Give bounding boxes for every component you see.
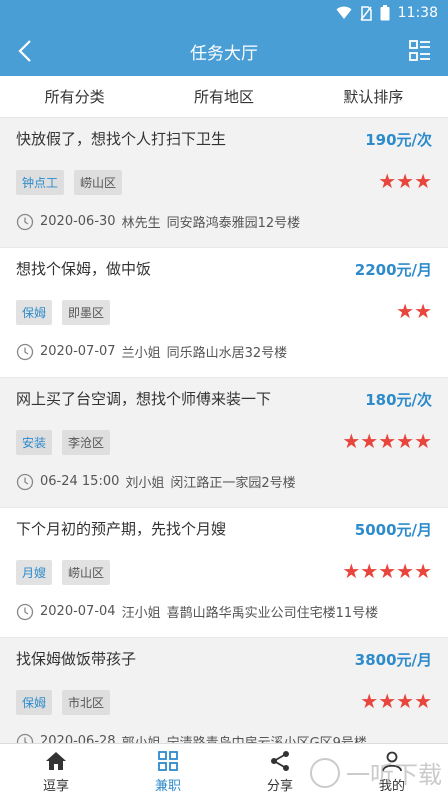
clock-icon [16, 473, 34, 490]
task-meta: 2020-07-07 兰小姐 同乐路山水居32号楼 [16, 342, 287, 361]
filter-sort[interactable]: 默认排序 [299, 86, 448, 107]
wifi-icon [336, 6, 352, 19]
task-price: 3800元/月 [354, 651, 432, 669]
task-contact: 郭小姐 [122, 732, 161, 743]
task-address: 喜鹊山路华禹实业公司住宅楼11号楼 [166, 606, 379, 621]
task-meta: 06-24 15:00 刘小姐 闵江路正一家园2号楼 [16, 472, 296, 491]
task-card[interactable]: 下个月初的预产期，先找个月嫂 5000元/月 月嫂 崂山区 ★★★★★ 2020… [0, 508, 448, 638]
task-rating-stars: ★★ [396, 299, 432, 323]
app-bar: 任务大厅 [0, 26, 448, 76]
list-menu-button[interactable] [408, 39, 432, 63]
clock-icon [16, 603, 34, 620]
home-icon [46, 751, 66, 770]
task-rating-stars: ★★★★★ [342, 429, 432, 453]
task-date: 06-24 15:00 [40, 474, 120, 489]
tab-parttime-label: 兼职 [154, 778, 181, 794]
clock-icon [16, 343, 34, 360]
task-category-tag: 钟点工 [16, 170, 65, 195]
task-date: 2020-06-30 [40, 214, 116, 229]
task-card[interactable]: 找保姆做饭带孩子 3800元/月 保姆 市北区 ★★★★ 2020-06-28 … [0, 638, 448, 743]
task-region-tag: 崂山区 [74, 170, 123, 195]
task-contact: 兰小姐 [121, 346, 161, 361]
task-date: 2020-07-07 [40, 344, 116, 359]
task-category-tag: 保姆 [16, 690, 53, 715]
filter-category[interactable]: 所有分类 [0, 86, 149, 107]
task-date: 2020-06-28 [40, 734, 116, 743]
task-title: 下个月初的预产期，先找个月嫂 [16, 520, 227, 538]
task-category-tag: 安装 [16, 430, 53, 455]
task-tags: 安装 李沧区 [16, 430, 111, 455]
task-list: 快放假了，想找个人打扫下卫生 190元/次 钟点工 崂山区 ★★★ 2020-0… [0, 118, 448, 743]
task-rating-stars: ★★★ [378, 169, 432, 193]
back-arrow-icon [18, 40, 31, 62]
list-menu-icon [409, 40, 430, 61]
no-sim-icon [360, 5, 372, 21]
task-region-tag: 李沧区 [62, 430, 111, 455]
task-tags: 保姆 即墨区 [16, 300, 111, 325]
watermark-logo-icon [310, 757, 340, 788]
task-address: 同安路鸿泰雅园12号楼 [166, 216, 301, 231]
watermark-text: 一听下载 [346, 761, 442, 789]
task-address: 同乐路山水居32号楼 [166, 346, 288, 361]
task-meta: 2020-07-04 汪小姐 喜鹊山路华禹实业公司住宅楼11号楼 [16, 602, 378, 621]
task-category-tag: 月嫂 [16, 560, 53, 585]
clock-time: 11:38 [397, 5, 438, 21]
tab-home[interactable]: 逗享 [0, 744, 112, 798]
task-region-tag: 市北区 [62, 690, 111, 715]
task-address: 闵江路正一家园2号楼 [170, 476, 296, 491]
task-region-tag: 崂山区 [62, 560, 111, 585]
task-contact: 刘小姐 [125, 476, 165, 491]
share-icon [271, 750, 289, 771]
task-tags: 钟点工 崂山区 [16, 170, 123, 195]
battery-icon [380, 5, 390, 21]
tab-home-label: 逗享 [42, 778, 69, 794]
clock-icon [16, 213, 34, 230]
task-contact: 汪小姐 [121, 606, 161, 621]
task-card[interactable]: 网上买了台空调，想找个师傅来装一下 180元/次 安装 李沧区 ★★★★★ 06… [0, 378, 448, 508]
task-contact: 林先生 [121, 216, 161, 231]
page-title: 任务大厅 [190, 43, 258, 64]
tab-parttime[interactable]: 兼职 [112, 744, 224, 798]
task-title: 快放假了，想找个人打扫下卫生 [16, 130, 227, 148]
status-bar: 11:38 [0, 0, 448, 26]
task-price: 190元/次 [365, 131, 432, 149]
task-title: 找保姆做饭带孩子 [16, 650, 137, 668]
task-title: 网上买了台空调，想找个师傅来装一下 [16, 390, 272, 408]
task-price: 5000元/月 [354, 521, 432, 539]
back-button[interactable] [12, 38, 38, 64]
clock-icon [16, 733, 34, 743]
task-rating-stars: ★★★★ [360, 689, 432, 713]
task-category-tag: 保姆 [16, 300, 53, 325]
task-rating-stars: ★★★★★ [342, 559, 432, 583]
task-price: 2200元/月 [354, 261, 432, 279]
task-card[interactable]: 快放假了，想找个人打扫下卫生 190元/次 钟点工 崂山区 ★★★ 2020-0… [0, 118, 448, 248]
task-region-tag: 即墨区 [62, 300, 111, 325]
task-card[interactable]: 想找个保姆，做中饭 2200元/月 保姆 即墨区 ★★ 2020-07-07 兰… [0, 248, 448, 378]
grid-icon [158, 750, 178, 771]
task-title: 想找个保姆，做中饭 [16, 260, 152, 278]
watermark: 一听下载 [310, 755, 442, 790]
tab-share-label: 分享 [266, 778, 293, 794]
task-meta: 2020-06-28 郭小姐 宁清路青岛中房云溪小区G区9号楼 [16, 732, 367, 743]
task-price: 180元/次 [365, 391, 432, 409]
task-address: 宁清路青岛中房云溪小区G区9号楼 [167, 732, 367, 743]
task-tags: 保姆 市北区 [16, 690, 111, 715]
task-meta: 2020-06-30 林先生 同安路鸿泰雅园12号楼 [16, 212, 300, 231]
filter-bar: 所有分类 所有地区 默认排序 [0, 76, 448, 118]
task-date: 2020-07-04 [40, 604, 116, 619]
filter-region[interactable]: 所有地区 [149, 86, 298, 107]
task-tags: 月嫂 崂山区 [16, 560, 111, 585]
